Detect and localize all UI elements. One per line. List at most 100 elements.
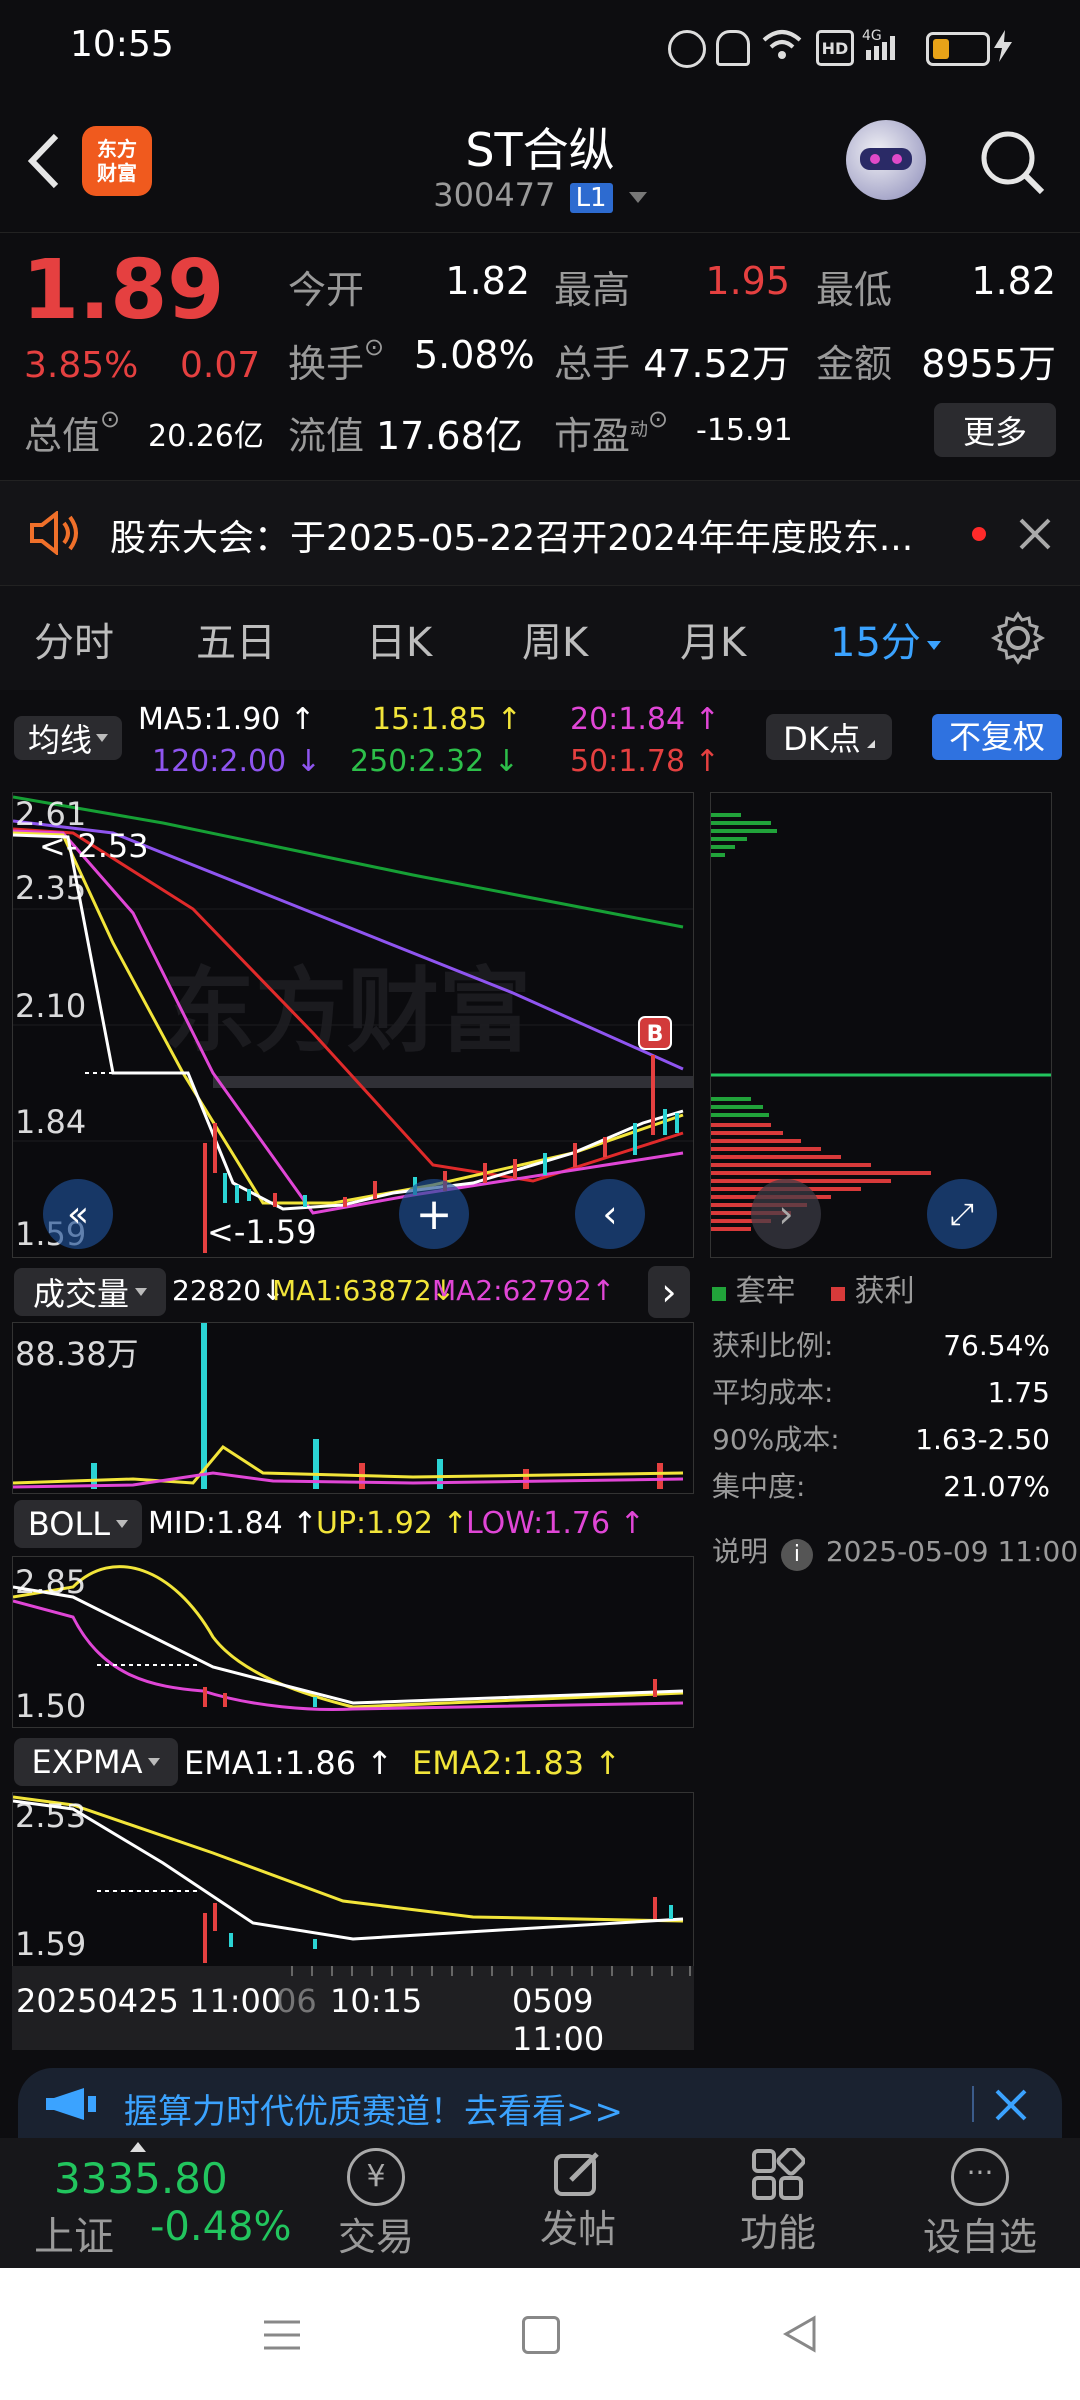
float-cap-value: 17.68亿 [376,414,523,458]
low-value: 1.82 [971,259,1056,303]
volume-selector[interactable]: 成交量 [14,1268,166,1316]
volume-ma2: MA2:62792↑ [432,1274,615,1307]
robot-assistant-icon[interactable] [846,120,926,200]
turnover-label: 换手⊙ [288,333,384,388]
x-label-faded: 06 [276,1982,317,2020]
ad-banner[interactable]: 握算力时代优质赛道！去看看>> [18,2068,1062,2138]
restore-type-button[interactable]: 不复权 [932,714,1062,760]
index-name: 上证 [34,2214,114,2260]
more-dots-icon: ··· [951,2148,1009,2206]
header: 东方财富 ST合纵 300477 L1 [0,90,1080,230]
close-icon[interactable] [1018,517,1052,555]
zoom-in-icon[interactable]: + [399,1179,469,1249]
expand-icon[interactable]: ⤢ [927,1179,997,1249]
home-icon[interactable] [522,2316,560,2354]
low-label: 最低 [816,268,893,312]
tab-week-k[interactable]: 周K [522,610,588,668]
x-label-left: 20250425 11:00 [16,1982,282,2020]
edit-icon [553,2148,603,2198]
high-label: 最高 [554,268,631,312]
index-value[interactable]: 3335.80 [54,2154,228,2203]
left-arrow-icon[interactable]: ‹ [575,1179,645,1249]
tab-day-k[interactable]: 日K [366,610,432,668]
ad-close-icon[interactable] [994,2088,1028,2126]
dk-point-button[interactable]: DK点 [766,714,892,760]
pe-label: 市盈动⊙ [554,405,668,460]
arrow-down-icon: ↓ [295,744,321,779]
boll-chart[interactable]: 2.85 1.50 [12,1556,694,1728]
amount-value: 8955万 [921,342,1056,386]
ma5-value: MA5:1.90 ↑ [138,702,315,737]
ma250-value: 250:2.32 ↓ [350,744,519,779]
chip-row-label: 集中度: [712,1470,806,1503]
dk-point-label: DK点 [783,720,861,758]
chip-note[interactable]: 说明 i 2025-05-09 11:00 [712,1530,1078,1571]
open-label: 今开 [288,268,365,312]
notice-bar[interactable]: 股东大会：于2025-05-22召开2024年年度股东... [0,480,1080,586]
status-time: 10:55 [70,24,174,65]
expma-chart-svg [12,1795,684,1963]
amount-label: 金额 [816,342,893,386]
dropdown-icon [135,1288,147,1296]
more-button[interactable]: 更多 [934,403,1056,457]
volume-ma2-text: MA2:62792 [432,1274,592,1307]
ma15-text: 15:1.85 [372,702,488,737]
chip-row: 平均成本: 1.75 [712,1369,1050,1416]
boll-selector-label: BOLL [27,1505,111,1543]
arrow-up-icon: ↑ [594,1744,622,1782]
yen-icon: ¥ [347,2148,405,2206]
volume-ma1: MA1:63872↓ [272,1274,455,1307]
change-value: 0.07 [180,345,261,386]
settings-gear-icon[interactable] [990,610,1046,670]
open-value: 1.82 [445,259,530,303]
chip-note-time: 2025-05-09 11:00 [825,1535,1079,1568]
info-icon: ⊙ [100,405,121,433]
volume-value-text: 22820 [172,1274,262,1307]
back-triangle-icon[interactable] [780,2314,820,2358]
svg-text:4G: 4G [862,28,882,44]
ma-selector[interactable]: 均线 [14,716,122,760]
grid-icon [751,2146,806,2202]
chip-distribution-chart[interactable]: › ⤢ [710,792,1052,1258]
tab-month-k[interactable]: 月K [680,610,746,668]
pe-value: -15.91 [696,413,793,448]
arrow-up-icon: ↑ [366,1744,394,1782]
volume-indicator-bar: 成交量 22820↓ MA1:63872↓ MA2:62792↑ › [0,1262,700,1324]
boll-low: LOW:1.76 ↑ [466,1506,645,1541]
chip-row-label: 平均成本: [712,1376,834,1409]
volume-value: 22820↓ [172,1274,285,1307]
notice-text: 股东大会：于2025-05-22召开2024年年度股东... [110,518,914,559]
tab-intraday[interactable]: 分时 [34,610,114,668]
expma-ema1-text: EMA1:1.86 [184,1744,357,1782]
dropdown-icon [926,640,941,650]
menu-icon[interactable] [262,2318,302,2356]
boll-selector[interactable]: BOLL [14,1500,142,1548]
expma-ema1: EMA1:1.86 ↑ [184,1744,393,1782]
profit-swatch [831,1287,846,1301]
boll-up-text: UP:1.92 [316,1506,433,1541]
tab-15min[interactable]: 15分 [830,610,941,668]
volume-chart[interactable]: 88.38万 [12,1322,694,1494]
add-watchlist-button[interactable]: ··· 设自选 [910,2138,1050,2268]
alarm-icon [668,30,706,68]
post-button[interactable]: 发帖 [508,2138,648,2268]
tab-five-day[interactable]: 五日 [196,610,276,668]
expma-chart[interactable]: 2.53 1.59 [12,1792,694,1970]
unread-dot-icon [972,527,986,541]
trade-button[interactable]: ¥ 交易 [306,2138,446,2268]
expand-right-button[interactable]: › [648,1266,690,1318]
rewind-icon[interactable]: « [43,1179,113,1249]
search-icon[interactable] [978,128,1048,198]
ma250-text: 250:2.32 [350,744,485,779]
b-marker[interactable]: B [638,1016,672,1050]
chip-next-icon[interactable]: › [751,1179,821,1249]
tab-15min-label: 15分 [830,620,921,666]
function-button[interactable]: 功能 [708,2138,848,2268]
chip-row: 集中度: 21.07% [712,1463,1050,1510]
divider [972,2086,974,2122]
arrow-up-icon: ↑ [292,1506,318,1541]
change-percent: 3.85% [24,345,139,386]
kline-chart[interactable]: 东方财富 B 2.61 2.35 2.10 1.84 <-2.53 <-1.59… [12,792,694,1258]
expma-selector[interactable]: EXPMA [14,1738,178,1786]
boll-up: UP:1.92 ↑ [316,1506,468,1541]
